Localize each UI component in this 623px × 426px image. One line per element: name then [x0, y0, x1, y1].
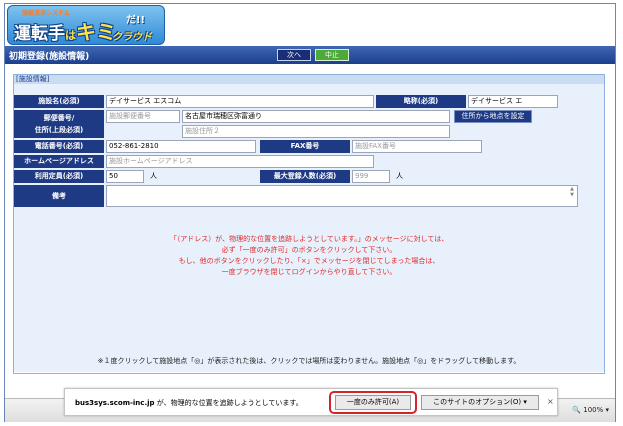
notification-host: bus3sys.scom-inc.jp: [75, 399, 155, 407]
section-title: [施設情報]: [14, 75, 604, 84]
site-options-button[interactable]: このサイトのオプション(O) ▾: [421, 395, 539, 410]
title-bar: 初期登録(施設情報) 次へ 中止: [5, 46, 615, 64]
postal-label-line2: 住所(上段必須): [34, 126, 84, 134]
max-registration-field[interactable]: 999: [352, 170, 390, 183]
browser-window: 施設送迎システム 運転手はキミ だ!! クラウド 初期登録(施設情報) 次へ 中…: [4, 3, 616, 422]
homepage-label: ホームページアドレス: [14, 155, 104, 168]
set-location-button[interactable]: 住所から地点を設定: [454, 110, 532, 123]
app-logo: 施設送迎システム 運転手はキミ だ!! クラウド: [7, 5, 165, 45]
location-warning: 「（アドレス）が、物理的な位置を追跡しようとしています。」のメッセージに対しては…: [14, 234, 604, 278]
facility-name-label: 施設名(必須): [14, 95, 104, 108]
page-title: 初期登録(施設情報): [9, 52, 90, 62]
fax-field[interactable]: 施設FAX番号: [352, 140, 482, 153]
logo-bar: 施設送迎システム 運転手はキミ だ!! クラウド: [5, 4, 615, 46]
warning-line-1: 「（アドレス）が、物理的な位置を追跡しようとしています。」のメッセージに対しては…: [169, 235, 449, 243]
allow-once-button[interactable]: 一度のみ許可(A): [335, 395, 411, 410]
notification-body: が、物理的な位置を追跡しようとしています。: [154, 399, 303, 407]
geolocation-notification-bar: bus3sys.scom-inc.jp が、物理的な位置を追跡しようとしています…: [64, 388, 558, 416]
capacity-field[interactable]: 50: [106, 170, 144, 183]
facility-name-field[interactable]: デイサービス エスコム: [106, 95, 374, 108]
zoom-control[interactable]: 🔍 100% ▾: [572, 406, 609, 414]
notes-label: 備考: [14, 185, 104, 207]
warning-line-3: もし、他のボタンをクリックしたり、「×」でメッセージを閉じてしまった場合は、: [178, 257, 440, 265]
notes-scrollbar[interactable]: ▲ ▼: [568, 186, 576, 206]
phone-field[interactable]: 052-861-2810: [106, 140, 256, 153]
max-registration-label: 最大登録人数(必須): [260, 170, 350, 183]
homepage-field[interactable]: 施設ホームページアドレス: [106, 155, 374, 168]
notes-textarea[interactable]: ▲ ▼: [106, 185, 578, 207]
capacity-label: 利用定員(必須): [14, 170, 104, 183]
notification-message: bus3sys.scom-inc.jp が、物理的な位置を追跡しようとしています…: [75, 398, 303, 408]
postal-label-line1: 郵便番号/: [43, 114, 75, 122]
form-body: 施設名(必須) デイサービス エスコム 略称(必須) デイサービス エ 郵便番号…: [14, 84, 604, 372]
warning-line-2: 必ず「一度のみ許可」のボタンをクリックして下さい。: [221, 246, 397, 254]
capacity-unit: 人: [150, 172, 157, 180]
map-footnote: ※１度クリックして施設地点「◎」が表示された後は、クリックでは場所は変わりません…: [97, 357, 521, 365]
postal-code-field[interactable]: 施設郵便番号: [106, 110, 180, 123]
logo-title: 運転手はキミ: [14, 20, 116, 44]
address2-field[interactable]: 施設住所２: [182, 125, 450, 138]
facility-info-panel: [施設情報] 施設名(必須) デイサービス エスコム 略称(必須) デイサービス…: [13, 74, 605, 374]
fax-label: FAX番号: [260, 140, 350, 153]
stop-button[interactable]: 中止: [315, 49, 349, 61]
abbr-field[interactable]: デイサービス エ: [468, 95, 558, 108]
next-button[interactable]: 次へ: [277, 49, 311, 61]
logo-cloud: クラウド: [112, 32, 152, 43]
phone-label: 電話番号(必須): [14, 140, 104, 153]
logo-exclaim: だ!!: [126, 15, 146, 26]
close-icon[interactable]: ×: [547, 397, 554, 406]
postal-address-label: 郵便番号/住所(上段必須): [14, 110, 104, 138]
address1-field[interactable]: 名古屋市瑞穂区弥富通り: [182, 110, 450, 123]
abbr-label: 略称(必須): [376, 95, 466, 108]
warning-line-4: 一度ブラウザを閉じてログインからやり直して下さい。: [221, 268, 397, 276]
max-registration-unit: 人: [396, 172, 403, 180]
